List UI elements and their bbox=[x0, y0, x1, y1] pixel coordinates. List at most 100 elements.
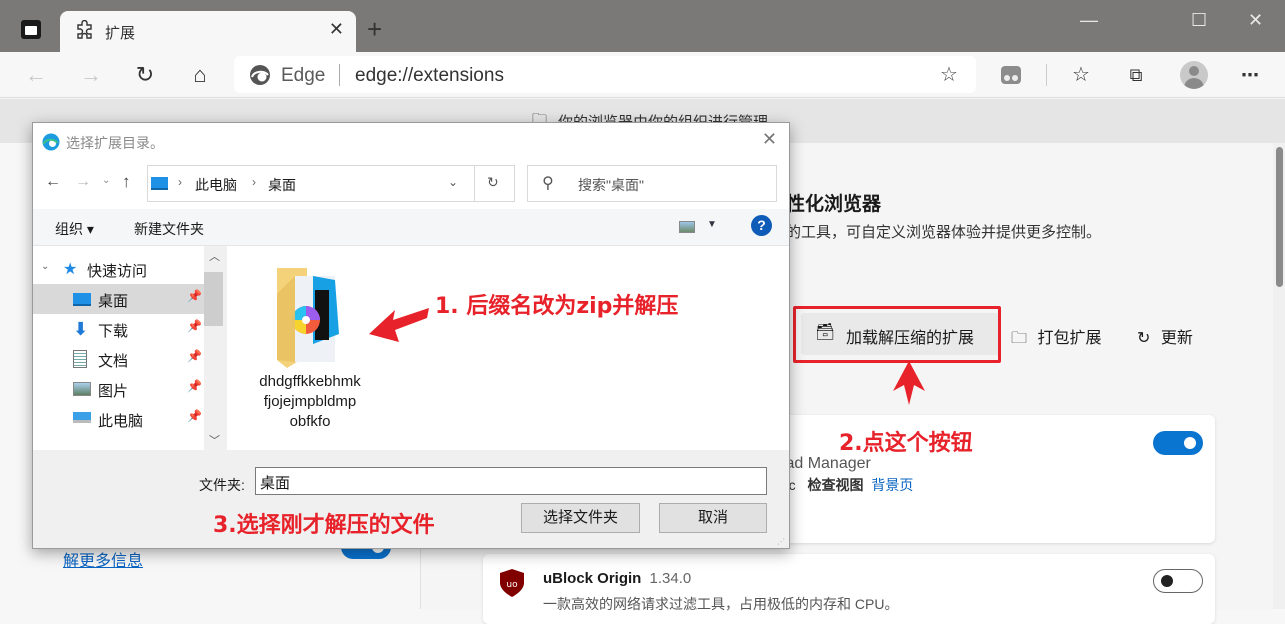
highlight-box bbox=[793, 306, 1001, 363]
expand-chevron-icon[interactable]: ⌄ bbox=[41, 261, 49, 272]
tree-label: 图片 bbox=[98, 383, 129, 400]
profile-avatar[interactable] bbox=[1180, 61, 1208, 89]
star-icon: ★ bbox=[63, 261, 78, 278]
up-icon[interactable]: ↑ bbox=[122, 172, 131, 192]
folder-label: 文件夹: bbox=[199, 477, 245, 493]
refresh-icon[interactable]: ↻ bbox=[487, 174, 499, 191]
edge-logo-icon bbox=[42, 133, 60, 151]
folder-input[interactable]: 桌面 bbox=[255, 467, 767, 495]
extension-name: uBlock Origin bbox=[543, 570, 642, 587]
extension-description: 一款高效的网络请求过滤工具，占用极低的内存和 CPU。 bbox=[543, 596, 899, 612]
back-icon[interactable]: ← bbox=[45, 173, 61, 191]
more-icon[interactable]: ⋯ bbox=[1237, 62, 1263, 88]
tree-item-this-pc[interactable]: 此电脑 📌 bbox=[33, 404, 204, 434]
tree-item-desktop[interactable]: 桌面 📌 bbox=[33, 284, 204, 314]
forward-icon[interactable]: → bbox=[75, 173, 91, 191]
tree-scrollbar[interactable]: ︿ ﹀ bbox=[204, 246, 225, 450]
tab-close-icon[interactable]: ✕ bbox=[329, 19, 344, 40]
tree-item-downloads[interactable]: ⬇ 下载 📌 bbox=[33, 314, 204, 344]
tree-item-quick-access[interactable]: ⌄ ★ 快速访问 bbox=[33, 254, 204, 284]
document-icon bbox=[73, 350, 87, 368]
search-input[interactable]: ⚲ 搜索"桌面" bbox=[527, 165, 777, 202]
folder-item[interactable]: dhdgffkkebhmk fjojejmpbldmp obfkfo bbox=[245, 264, 375, 434]
scrollbar-thumb[interactable] bbox=[1276, 147, 1283, 287]
breadcrumb-desktop[interactable]: 桌面 bbox=[268, 175, 296, 195]
view-options-icon[interactable] bbox=[679, 221, 695, 233]
site-identity-label: Edge bbox=[281, 65, 326, 86]
tree-item-documents[interactable]: 文档 📌 bbox=[33, 344, 204, 374]
learn-more-link[interactable]: 解更多信息 bbox=[63, 547, 143, 571]
extensions-icon[interactable] bbox=[1001, 66, 1021, 84]
address-bar[interactable]: Edge edge://extensions ☆ bbox=[234, 56, 976, 93]
cancel-button[interactable]: 取消 bbox=[659, 503, 767, 533]
folder-picker-dialog: 选择扩展目录。 ✕ ← → ⌄ ↑ › 此电脑 › 桌面 ⌄ ↻ ⚲ 搜索"桌面… bbox=[32, 122, 790, 549]
pack-extension-button[interactable]: 🗀 打包扩展 bbox=[1011, 324, 1101, 354]
refresh-icon[interactable]: ↻ bbox=[132, 62, 158, 88]
home-icon[interactable]: ⌂ bbox=[187, 62, 213, 88]
tab-extensions[interactable]: 扩展 ✕ bbox=[60, 11, 356, 52]
annotation-step1: 1. 后缀名改为zip并解压 bbox=[435, 294, 679, 319]
tree-label: 下载 bbox=[98, 323, 129, 340]
inspect-views-label: 检查视图 bbox=[807, 477, 864, 493]
page-heading: 性化浏览器 bbox=[786, 194, 882, 215]
help-icon[interactable]: ? bbox=[751, 215, 772, 236]
organize-button[interactable]: 组织 ▾ bbox=[55, 219, 94, 239]
tab-actions-icon[interactable] bbox=[21, 20, 41, 39]
breadcrumb-this-pc[interactable]: 此电脑 bbox=[195, 175, 237, 195]
favorites-icon[interactable]: ☆ bbox=[1068, 62, 1094, 88]
search-icon: ⚲ bbox=[542, 175, 554, 192]
pin-icon: 📌 bbox=[187, 409, 202, 423]
back-icon[interactable]: ← bbox=[23, 62, 49, 88]
folder-name-line: dhdgffkkebhmk bbox=[259, 373, 361, 390]
picture-icon bbox=[73, 382, 91, 396]
update-label: 更新 bbox=[1160, 330, 1193, 347]
extension-toggle[interactable] bbox=[1153, 569, 1203, 593]
dialog-title-bar: 选择扩展目录。 ✕ bbox=[33, 123, 789, 161]
url-text[interactable]: edge://extensions bbox=[355, 65, 504, 87]
pin-icon: 📌 bbox=[187, 319, 202, 333]
background-page-link[interactable]: 背景页 bbox=[871, 477, 913, 493]
pin-icon: 📌 bbox=[187, 379, 202, 393]
tree-label: 文档 bbox=[98, 353, 129, 370]
navigation-tree: ⌄ ★ 快速访问 桌面 📌 ⬇ 下载 📌 文档 📌 图片 📌 此电脑 📌 bbox=[33, 246, 204, 450]
path-bar[interactable]: › 此电脑 › 桌面 ⌄ ↻ bbox=[147, 165, 515, 202]
select-folder-button[interactable]: 选择文件夹 bbox=[521, 503, 640, 533]
file-list: dhdgffkkebhmk fjojejmpbldmp obfkfo 1. 后缀… bbox=[227, 246, 789, 450]
maximize-button[interactable]: ☐ bbox=[1191, 10, 1207, 31]
new-folder-button[interactable]: 新建文件夹 bbox=[134, 219, 204, 239]
view-dropdown-icon[interactable]: ▼ bbox=[707, 219, 717, 230]
tree-label: 此电脑 bbox=[98, 413, 144, 430]
dialog-title: 选择扩展目录。 bbox=[66, 135, 164, 151]
extension-card: uo uBlock Origin 1.34.0 一款高效的网络请求过滤工具，占用… bbox=[483, 554, 1215, 624]
dialog-nav-bar: ← → ⌄ ↑ › 此电脑 › 桌面 ⌄ ↻ ⚲ 搜索"桌面" bbox=[33, 161, 789, 209]
minimize-button[interactable]: — bbox=[1080, 10, 1098, 31]
path-dropdown-icon[interactable]: ⌄ bbox=[448, 175, 458, 189]
tree-label: 桌面 bbox=[98, 293, 129, 310]
page-scrollbar[interactable] bbox=[1273, 143, 1285, 609]
close-window-button[interactable]: ✕ bbox=[1248, 10, 1263, 31]
scroll-down-icon[interactable]: ﹀ bbox=[209, 432, 220, 448]
desktop-icon bbox=[73, 293, 91, 306]
update-button[interactable]: ↻ 更新 bbox=[1137, 324, 1193, 348]
dialog-toolbar: 组织 ▾ 新建文件夹 ▼ ? bbox=[33, 209, 789, 246]
collections-icon[interactable]: ⧉ bbox=[1123, 62, 1149, 88]
resize-grip-icon[interactable]: ⋰ bbox=[777, 537, 785, 546]
forward-icon[interactable]: → bbox=[78, 62, 104, 88]
scroll-up-icon[interactable]: ︿ bbox=[209, 248, 220, 264]
refresh-icon: ↻ bbox=[1137, 330, 1151, 347]
folder-name: dhdgffkkebhmk fjojejmpbldmp obfkfo bbox=[245, 372, 375, 432]
extension-toggle[interactable] bbox=[1153, 431, 1203, 455]
annotation-step3: 3.选择刚才解压的文件 bbox=[213, 513, 435, 538]
red-arrow-up-icon bbox=[893, 361, 925, 405]
tree-item-pictures[interactable]: 图片 📌 bbox=[33, 374, 204, 404]
extension-title: uBlock Origin 1.34.0 bbox=[543, 570, 691, 587]
scrollbar-thumb[interactable] bbox=[204, 272, 223, 326]
puzzle-icon bbox=[77, 20, 92, 39]
dialog-close-icon[interactable]: ✕ bbox=[762, 129, 777, 150]
add-favorite-icon[interactable]: ☆ bbox=[940, 62, 958, 87]
recent-dropdown-icon[interactable]: ⌄ bbox=[102, 175, 110, 186]
extension-version: 1.34.0 bbox=[649, 570, 692, 587]
edge-logo-icon bbox=[250, 65, 270, 85]
search-placeholder: 搜索"桌面" bbox=[578, 177, 644, 193]
new-tab-button[interactable]: + bbox=[367, 14, 382, 45]
